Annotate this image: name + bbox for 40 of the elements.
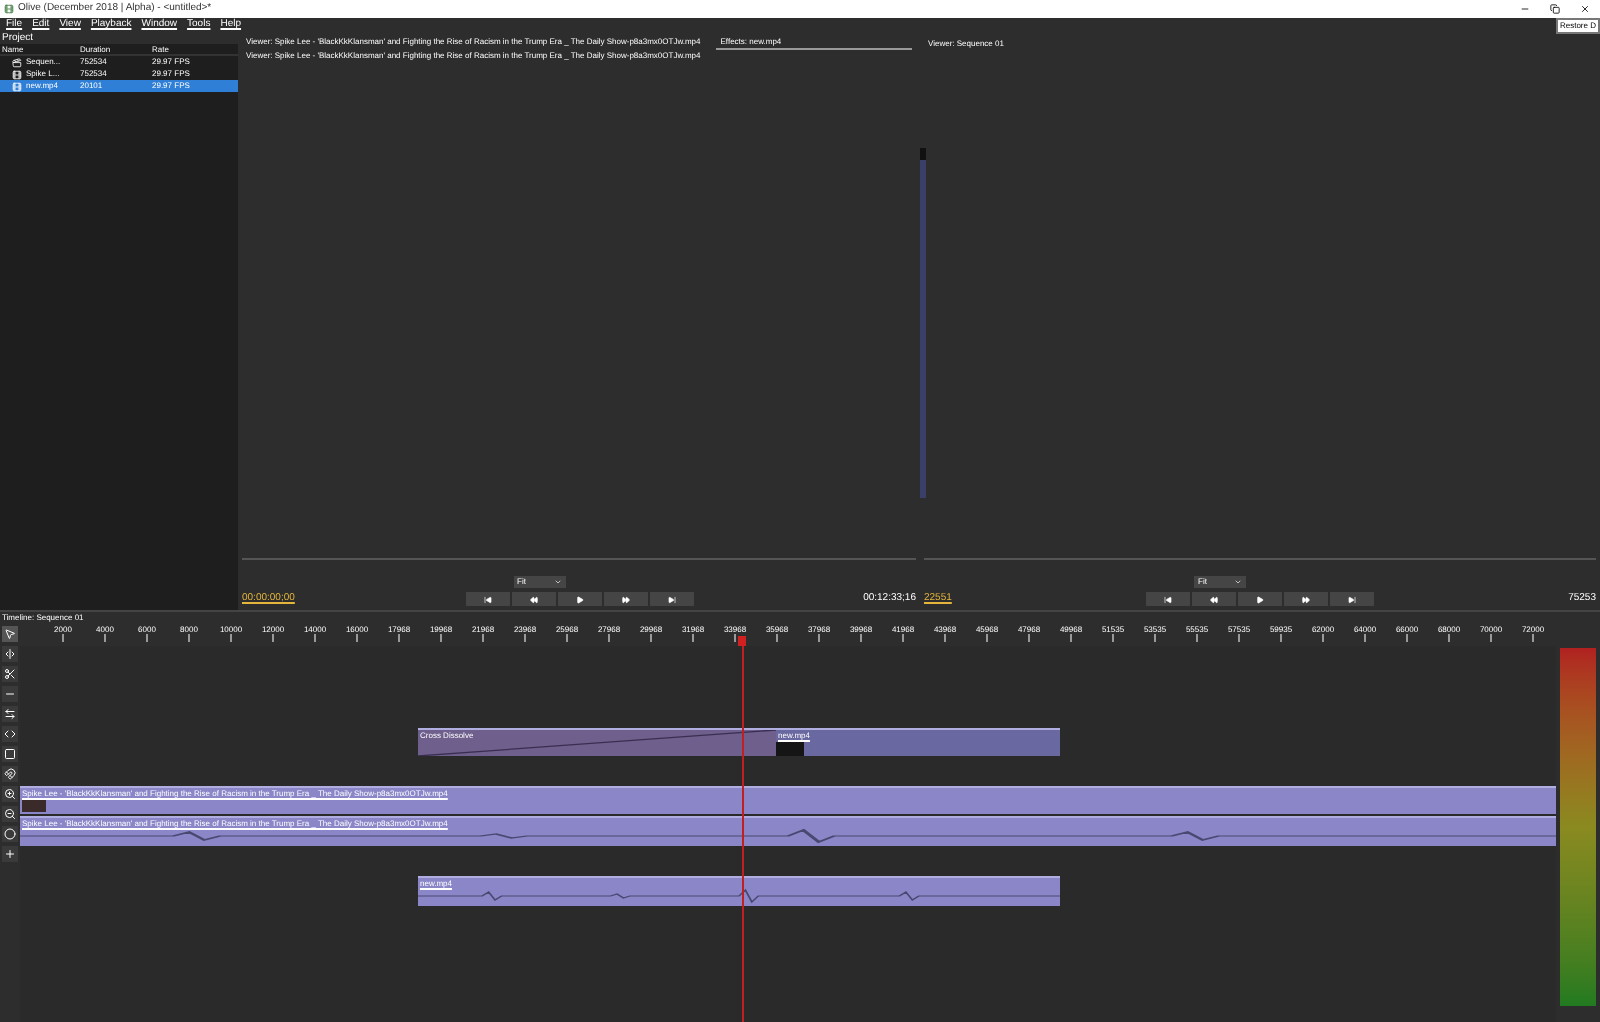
transport-button[interactable] [1192, 592, 1236, 606]
record-icon [4, 828, 16, 840]
tool-button[interactable] [2, 766, 18, 782]
app-icon [4, 4, 14, 14]
playhead-marker[interactable] [738, 636, 746, 646]
tool-button[interactable] [2, 626, 18, 642]
transport-button[interactable] [649, 592, 693, 606]
transport-button[interactable] [1238, 592, 1282, 606]
razor-icon [4, 668, 16, 680]
transport-button[interactable] [557, 592, 601, 606]
tool-button[interactable] [2, 826, 18, 842]
thumbnail-placeholder [776, 742, 804, 756]
rewind-icon [529, 595, 537, 603]
tool-button[interactable] [2, 806, 18, 822]
transport-button[interactable] [511, 592, 555, 606]
minimize-icon[interactable] [1520, 4, 1530, 14]
transport-button[interactable] [603, 592, 647, 606]
zoom-out-icon [4, 808, 16, 820]
zoom-in-icon [4, 788, 16, 800]
skip-forward-icon [1348, 595, 1356, 603]
restore-icon[interactable] [1550, 4, 1560, 14]
transport-button[interactable] [465, 592, 509, 606]
tool-button[interactable] [2, 786, 18, 802]
play-icon [1256, 595, 1264, 603]
fast-forward-icon [1302, 595, 1310, 603]
add-icon [4, 848, 16, 860]
fast-forward-icon [621, 595, 629, 603]
thumbnail-placeholder [22, 800, 46, 812]
pointer-icon [4, 628, 16, 640]
rewind-icon [1210, 595, 1218, 603]
transport-button[interactable] [1330, 592, 1374, 606]
transport-button[interactable] [1284, 592, 1328, 606]
sequence-icon [12, 57, 22, 67]
play-icon [575, 595, 583, 603]
skip-back-icon [1164, 595, 1172, 603]
skip-back-icon [483, 595, 491, 603]
transport-button[interactable] [1146, 592, 1190, 606]
magnet-icon [4, 768, 16, 780]
tool-button[interactable] [2, 666, 18, 682]
skip-forward-icon [667, 595, 675, 603]
